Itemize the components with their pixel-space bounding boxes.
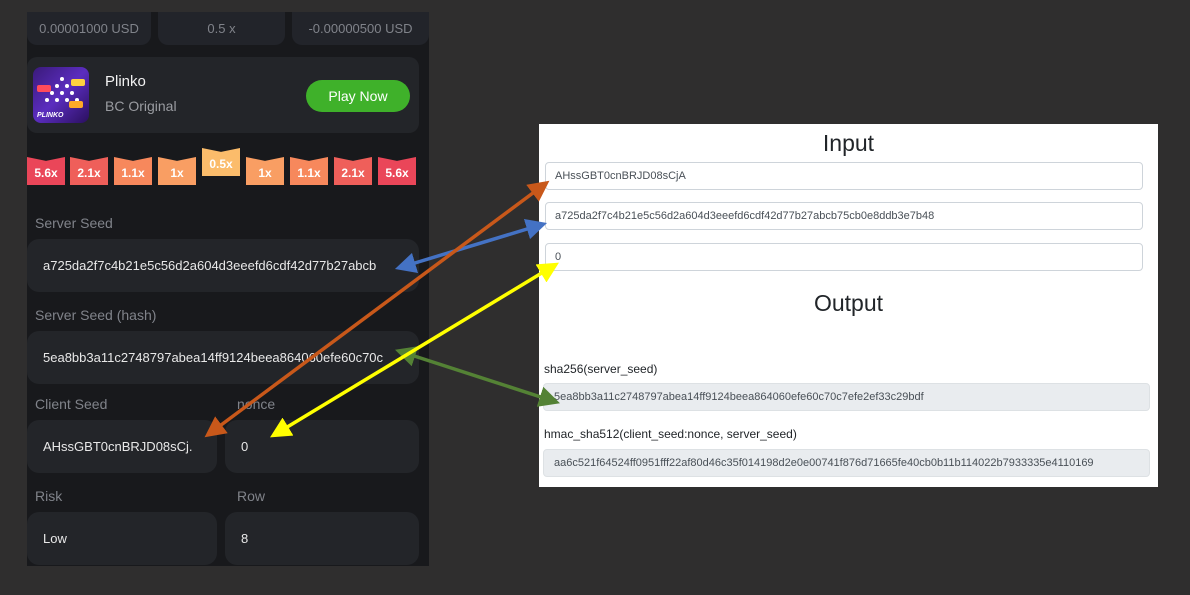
- multiplier-bucket: 1.1x: [290, 157, 328, 185]
- row-field[interactable]: 8: [225, 512, 419, 565]
- game-card: PLINKO Plinko BC Original Play Now: [27, 57, 419, 133]
- game-panel: 0.00001000 USD 0.5 x -0.00000500 USD PLI…: [27, 12, 429, 566]
- multiplier-bucket-active: 0.5x: [202, 148, 240, 176]
- multiplier-bucket: 2.1x: [334, 157, 372, 185]
- game-title[interactable]: Plinko: [105, 73, 146, 90]
- profit-stat: -0.00000500 USD: [292, 12, 429, 45]
- output-heading: Output: [813, 290, 884, 316]
- nonce-input[interactable]: [545, 243, 1143, 271]
- sha256-output[interactable]: 5ea8bb3a11c2748797abea14ff9124beea864060…: [543, 383, 1150, 411]
- bet-amount-stat: 0.00001000 USD: [27, 12, 151, 45]
- multiplier-bucket: 1x: [158, 157, 196, 185]
- row-label: Row: [237, 488, 266, 504]
- risk-label: Risk: [35, 488, 63, 504]
- risk-field[interactable]: Low: [27, 512, 217, 565]
- multiplier-buckets: 5.6x 2.1x 1.1x 1x 0.5x 1x 1.1x 2.1x 5.6x: [27, 148, 429, 190]
- server-seed-hash-label: Server Seed (hash): [35, 307, 157, 323]
- multiplier-bucket: 1.1x: [114, 157, 152, 185]
- client-seed-label: Client Seed: [35, 396, 108, 412]
- multiplier-bucket: 5.6x: [27, 157, 65, 185]
- multiplier-bucket: 2.1x: [70, 157, 108, 185]
- nonce-field[interactable]: 0: [225, 420, 419, 473]
- verifier-panel: Input Output sha256(server_seed) 5ea8bb3…: [539, 124, 1158, 487]
- game-subtitle: BC Original: [105, 98, 177, 114]
- bet-stats-row: 0.00001000 USD 0.5 x -0.00000500 USD: [27, 12, 429, 46]
- payout-stat: 0.5 x: [158, 12, 285, 45]
- input-heading: Input: [822, 130, 875, 156]
- client-seed-input[interactable]: [545, 162, 1143, 190]
- plinko-thumbnail[interactable]: PLINKO: [33, 67, 89, 123]
- server-seed-input[interactable]: [545, 202, 1143, 230]
- client-seed-field[interactable]: AHssGBT0cnBRJD08sCj.: [27, 420, 217, 473]
- thumbnail-label: PLINKO: [37, 112, 64, 119]
- multiplier-bucket: 5.6x: [378, 157, 416, 185]
- server-seed-field[interactable]: a725da2f7c4b21e5c56d2a604d3eeefd6cdf42d7…: [27, 239, 419, 292]
- server-seed-hash-field[interactable]: 5ea8bb3a11c2748797abea14ff9124beea864060…: [27, 331, 419, 384]
- nonce-label: nonce: [237, 396, 276, 412]
- play-now-button[interactable]: Play Now: [306, 80, 410, 112]
- hmac-output[interactable]: aa6c521f64524ff0951fff22af80d46c35f01419…: [543, 449, 1150, 477]
- multiplier-bucket: 1x: [246, 157, 284, 185]
- sha256-label: sha256(server_seed): [544, 362, 658, 376]
- server-seed-label: Server Seed: [35, 215, 113, 231]
- hmac-label: hmac_sha512(client_seed:nonce, server_se…: [544, 427, 797, 441]
